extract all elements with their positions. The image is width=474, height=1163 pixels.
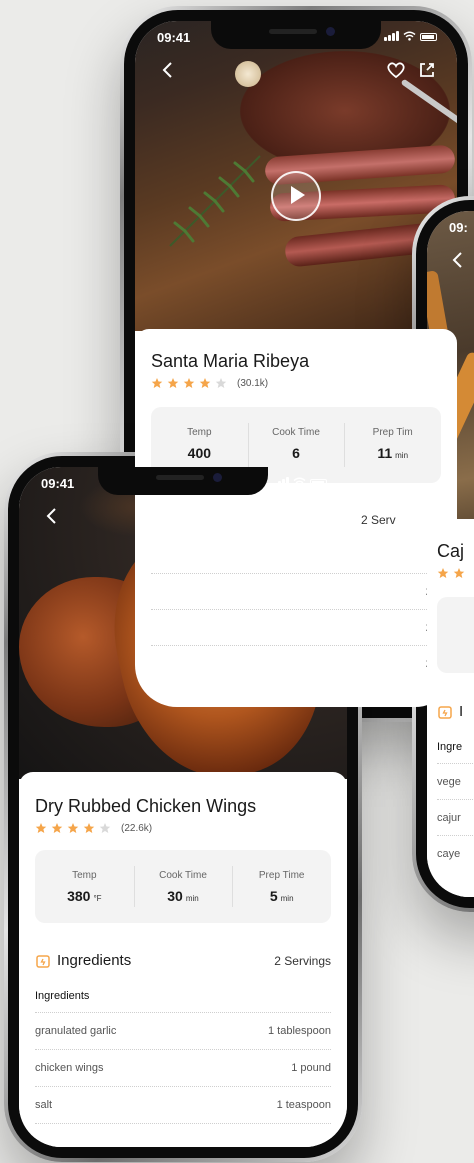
ingredient-row: cajur: [437, 799, 474, 836]
share-icon[interactable]: [416, 59, 438, 81]
phone-santa-maria: 09:41 Santa Maria Ribeya (30.1k) Temp 40…: [120, 6, 472, 722]
recipe-card: Caj I Ingre vege cajur caye: [427, 519, 474, 897]
star-empty-icon: [215, 378, 227, 388]
stat-temp: Temp 380 °F: [67, 870, 102, 904]
recipe-title: Caj: [437, 541, 465, 561]
ingredients-subheading: Ingre: [437, 741, 463, 753]
signal-icon: [384, 31, 399, 41]
status-bar: 09:41: [19, 467, 347, 499]
play-icon: [291, 186, 305, 204]
ingredient-quantity: 1 teaspoon: [276, 1099, 331, 1111]
ingredient-name: chicken wings: [35, 1062, 104, 1074]
ingredient-row: 2 g: [151, 609, 441, 646]
ingredient-name: salt: [35, 1099, 53, 1111]
ingredients-subheading: Ingredients: [35, 990, 90, 1002]
ingredient-row: salt 1 teaspoon: [35, 1086, 331, 1123]
recipe-stats: [437, 597, 474, 673]
recipe-card: Dry Rubbed Chicken Wings (22.6k) Temp 380…: [19, 772, 347, 1147]
servings-selector[interactable]: 2 Serv: [361, 513, 396, 527]
back-icon[interactable]: [157, 59, 179, 81]
star-icon: [437, 568, 449, 578]
servings-selector[interactable]: 2 Servings: [274, 954, 331, 968]
heart-icon[interactable]: [385, 59, 407, 81]
recipe-card: Santa Maria Ribeya (30.1k) Temp 400 Cook …: [135, 329, 457, 707]
list-divider: [35, 1123, 331, 1125]
battery-icon: [420, 33, 437, 41]
recipe-title: Dry Rubbed Chicken Wings: [35, 796, 257, 816]
rating-count: (22.6k): [121, 822, 153, 834]
scene: 09:41 Santa Maria Ribeya (30.1k) Temp 40…: [0, 0, 474, 1163]
rating: (30.1k): [151, 377, 268, 389]
ingredient-quantity: 1 tablespoon: [268, 1025, 331, 1037]
rating: [437, 567, 465, 579]
status-bar: 09:41: [135, 21, 457, 53]
heart-icon[interactable]: [272, 505, 294, 527]
wifi-icon: [293, 477, 306, 487]
recipe-stats: Temp 380 °F Cook Time 30 min Prep Time 5 min: [35, 850, 331, 923]
stat-cook-time: Cook Time 30 min: [133, 850, 233, 923]
star-icon: [167, 378, 179, 388]
signal-icon: [274, 477, 289, 487]
ingredient-row: granulated garlic 1 tablespoon: [35, 1012, 331, 1049]
star-empty-icon: [99, 823, 111, 833]
star-icon: [83, 823, 95, 833]
star-icon: [199, 378, 211, 388]
wifi-icon: [403, 31, 416, 41]
ingredient-row: 2 g: [151, 645, 441, 682]
ingredient-row: vege: [437, 763, 474, 800]
battery-icon: [310, 479, 327, 487]
ingredients-heading: Ingredients: [57, 952, 132, 969]
ingredients-header: Ingredients 2 Servings: [35, 952, 331, 969]
star-icon: [151, 378, 163, 388]
back-icon[interactable]: [41, 505, 63, 527]
star-icon: [51, 823, 63, 833]
ingredient-name: granulated garlic: [35, 1025, 117, 1037]
stat-prep-time: Prep Tim 11 min: [344, 407, 441, 483]
rating: (22.6k): [35, 822, 152, 834]
screen-cajun: 09: Caj I Ingre vege cajur caye: [427, 211, 474, 897]
recipe-title: Santa Maria Ribeya: [151, 351, 310, 371]
status-time: 09:41: [157, 30, 191, 45]
star-icon: [35, 823, 47, 833]
rating-count: (30.1k): [237, 377, 269, 389]
ingredient-row: chicken wings 1 pound: [35, 1049, 331, 1086]
ingredients-header: I: [437, 703, 474, 720]
back-icon[interactable]: [447, 249, 469, 271]
recipe-icon: [36, 954, 50, 968]
share-icon[interactable]: [304, 505, 326, 527]
ingredient-quantity: 1 pound: [291, 1062, 331, 1074]
play-button[interactable]: [271, 171, 321, 221]
rosemary-garnish: [169, 155, 261, 247]
status-time: 09:41: [41, 476, 75, 491]
ingredient-row: caye: [437, 835, 474, 872]
stat-prep-time: Prep Time 5 min: [232, 850, 331, 923]
star-icon: [67, 823, 79, 833]
star-icon: [183, 378, 195, 388]
status-time: 09:: [449, 220, 468, 235]
ingredient-row: 2 g: [151, 573, 441, 610]
ingredients-header: 2 Serv: [151, 513, 441, 527]
status-bar: 09:: [427, 211, 474, 243]
star-icon: [453, 568, 465, 578]
recipe-icon: [438, 705, 452, 719]
screen-santa-maria: 09:41 Santa Maria Ribeya (30.1k) Temp 40…: [135, 21, 457, 707]
